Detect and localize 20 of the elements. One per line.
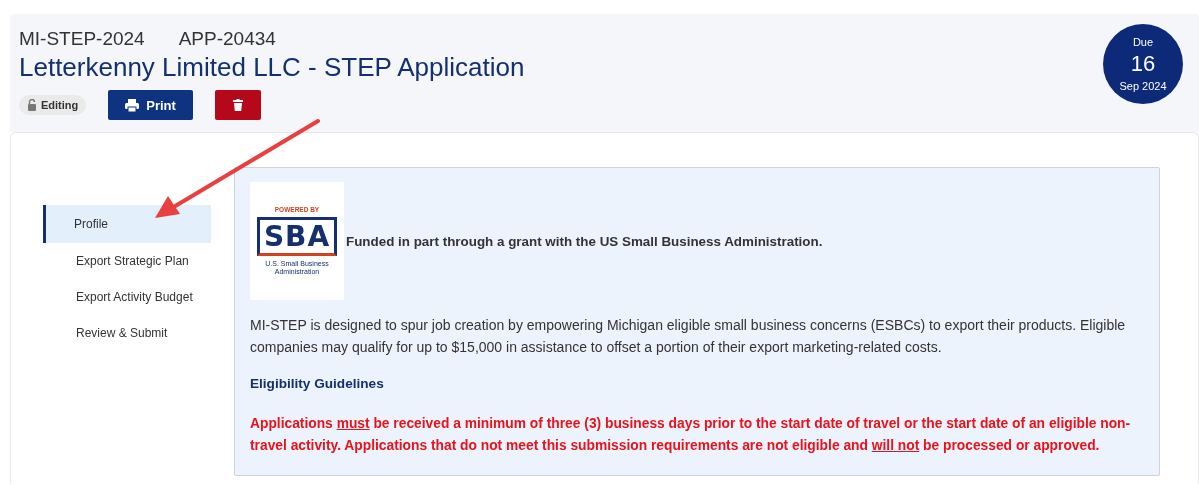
delete-button[interactable] bbox=[214, 90, 261, 120]
sidebar-item[interactable]: Profile bbox=[43, 205, 211, 243]
sidebar-item[interactable]: Export Activity Budget bbox=[43, 279, 211, 315]
printer-icon bbox=[125, 98, 140, 112]
due-label: Due bbox=[1132, 36, 1154, 48]
trash-icon bbox=[232, 99, 243, 111]
program-code: MI-STEP-2024 bbox=[19, 28, 145, 51]
submission-warning: Applications must be received a minimum of three (3) business days prior to the start date of travel or the start date of an eligible non-travel activity. Applications that do not meet this submission requirements are not eligible and will not be processed or approved. bbox=[250, 415, 1132, 455]
print-button[interactable]: Print bbox=[108, 90, 193, 120]
sidebar-item[interactable]: Export Strategic Plan bbox=[43, 243, 211, 279]
due-month-year: Sep 2024 bbox=[1119, 80, 1167, 92]
sidebar-item[interactable]: Review & Submit bbox=[43, 315, 211, 351]
section-heading: Eligibility Guidelines bbox=[250, 376, 385, 391]
editing-status: Editing bbox=[19, 95, 87, 115]
program-description: MI-STEP is designed to spur job creation by empowering Michigan eligible small business concerns (ESBCs) to export their products. Eligible companies may qualify for up to $15,000 in assistance to offset a portion of their export marketing-related costs. bbox=[250, 316, 1127, 357]
application-id: APP-20434 bbox=[178, 28, 276, 51]
funding-note: Funded in part through a grant with the US Small Business Administration. bbox=[346, 233, 823, 249]
unlocked-icon bbox=[27, 99, 37, 111]
application-title: Letterkenny Limited LLC - STEP Application bbox=[19, 52, 525, 84]
due-day: 16 bbox=[1130, 51, 1156, 77]
